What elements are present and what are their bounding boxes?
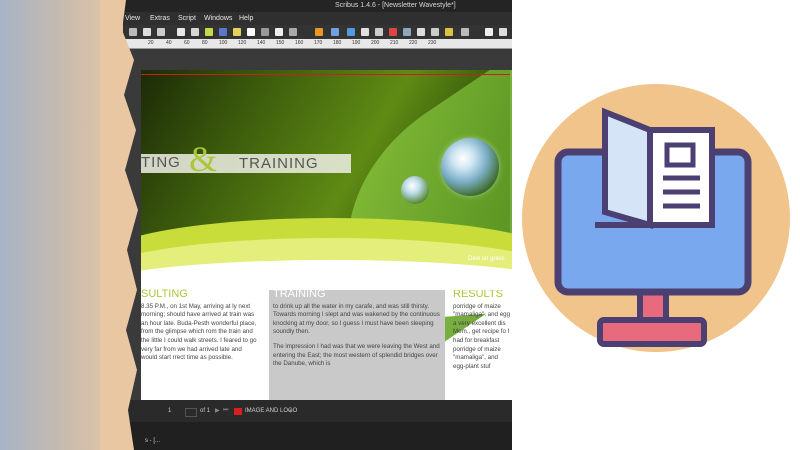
monitor-with-open-book-icon bbox=[554, 107, 752, 347]
